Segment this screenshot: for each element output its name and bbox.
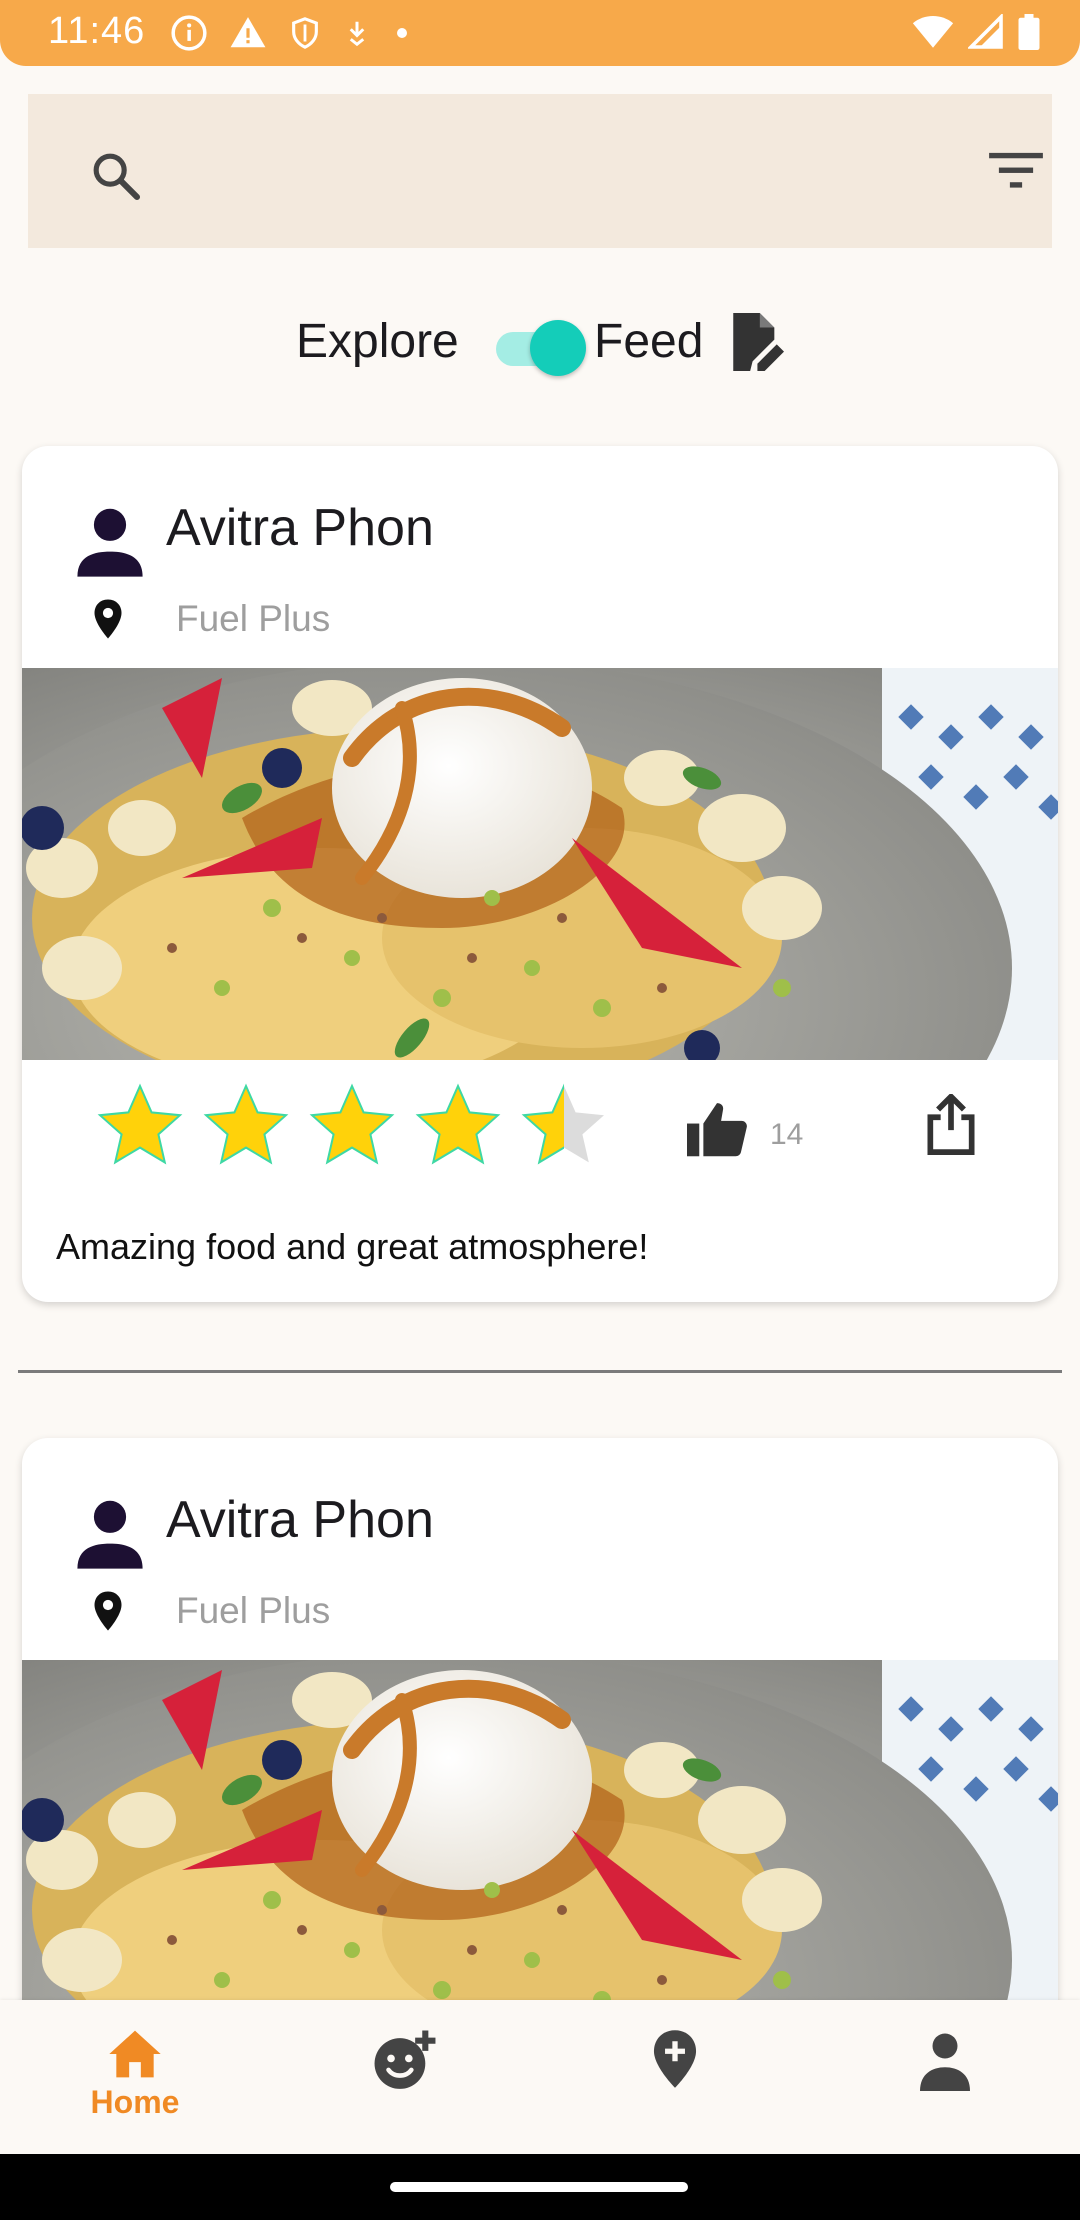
add-reaction-icon: [374, 2030, 436, 2089]
shield-icon: [292, 17, 318, 49]
battery-icon: [1018, 14, 1040, 50]
avatar-person-icon: [77, 508, 143, 577]
warning-icon: [230, 17, 266, 48]
nav-label-home: Home: [90, 2084, 180, 2120]
add-location-icon: [653, 2030, 697, 2088]
system-gesture-bar: [0, 2154, 1080, 2220]
star-icon[interactable]: [304, 1078, 400, 1174]
status-icons-right: [912, 14, 1040, 50]
star-rating[interactable]: [92, 1078, 612, 1174]
nav-item-add-location[interactable]: [600, 2000, 750, 2154]
location-pin-icon: [94, 599, 122, 639]
status-bar: 11:46: [0, 0, 1080, 66]
star-icon[interactable]: [410, 1078, 506, 1174]
view-toggle-row: Explore Feed: [0, 302, 1080, 382]
explore-label[interactable]: Explore: [296, 314, 459, 369]
post-divider: [18, 1370, 1062, 1373]
edit-document-icon[interactable]: [726, 310, 784, 374]
home-gesture-handle[interactable]: [390, 2182, 688, 2192]
home-icon: [109, 2030, 161, 2078]
bottom-navigation: Home: [0, 2000, 1080, 2154]
view-toggle-thumb[interactable]: [530, 320, 586, 376]
star-icon[interactable]: [198, 1078, 294, 1174]
info-icon: [171, 15, 207, 51]
like-count: 14: [770, 1118, 804, 1151]
share-button[interactable]: [916, 1090, 986, 1160]
post-review-text: Amazing food and great atmosphere!: [56, 1226, 649, 1267]
status-icons-left: [170, 14, 412, 52]
person-icon: [920, 2033, 970, 2091]
feed-post-card[interactable]: Avitra Phon Fuel Plus: [22, 446, 1058, 1302]
location-pin-icon: [94, 1591, 122, 1631]
filter-icon[interactable]: [986, 148, 1046, 192]
post-food-image[interactable]: [22, 668, 1058, 1060]
search-bar[interactable]: [28, 94, 1052, 248]
like-button[interactable]: [682, 1094, 752, 1164]
star-half-icon[interactable]: [516, 1078, 612, 1174]
status-time: 11:46: [48, 10, 146, 52]
post-user-name[interactable]: Avitra Phon: [166, 498, 434, 558]
dot-icon: [397, 28, 407, 38]
post-food-image[interactable]: [22, 1660, 1058, 2052]
search-icon[interactable]: [88, 148, 144, 204]
post-location-name[interactable]: Fuel Plus: [176, 598, 330, 640]
signal-icon: [968, 14, 1003, 49]
star-icon[interactable]: [92, 1078, 188, 1174]
wifi-icon: [912, 16, 954, 48]
share-icon: [927, 1094, 975, 1155]
avatar-person-icon: [77, 1500, 143, 1569]
nav-item-add-friend[interactable]: [330, 2000, 480, 2154]
nav-item-profile[interactable]: [870, 2000, 1020, 2154]
post-user-name[interactable]: Avitra Phon: [166, 1490, 434, 1550]
thumbs-up-icon: [687, 1103, 747, 1157]
download-icon: [349, 21, 365, 47]
post-location-name[interactable]: Fuel Plus: [176, 1590, 330, 1632]
nav-item-home[interactable]: Home: [60, 2000, 210, 2154]
feed-label[interactable]: Feed: [594, 314, 703, 369]
